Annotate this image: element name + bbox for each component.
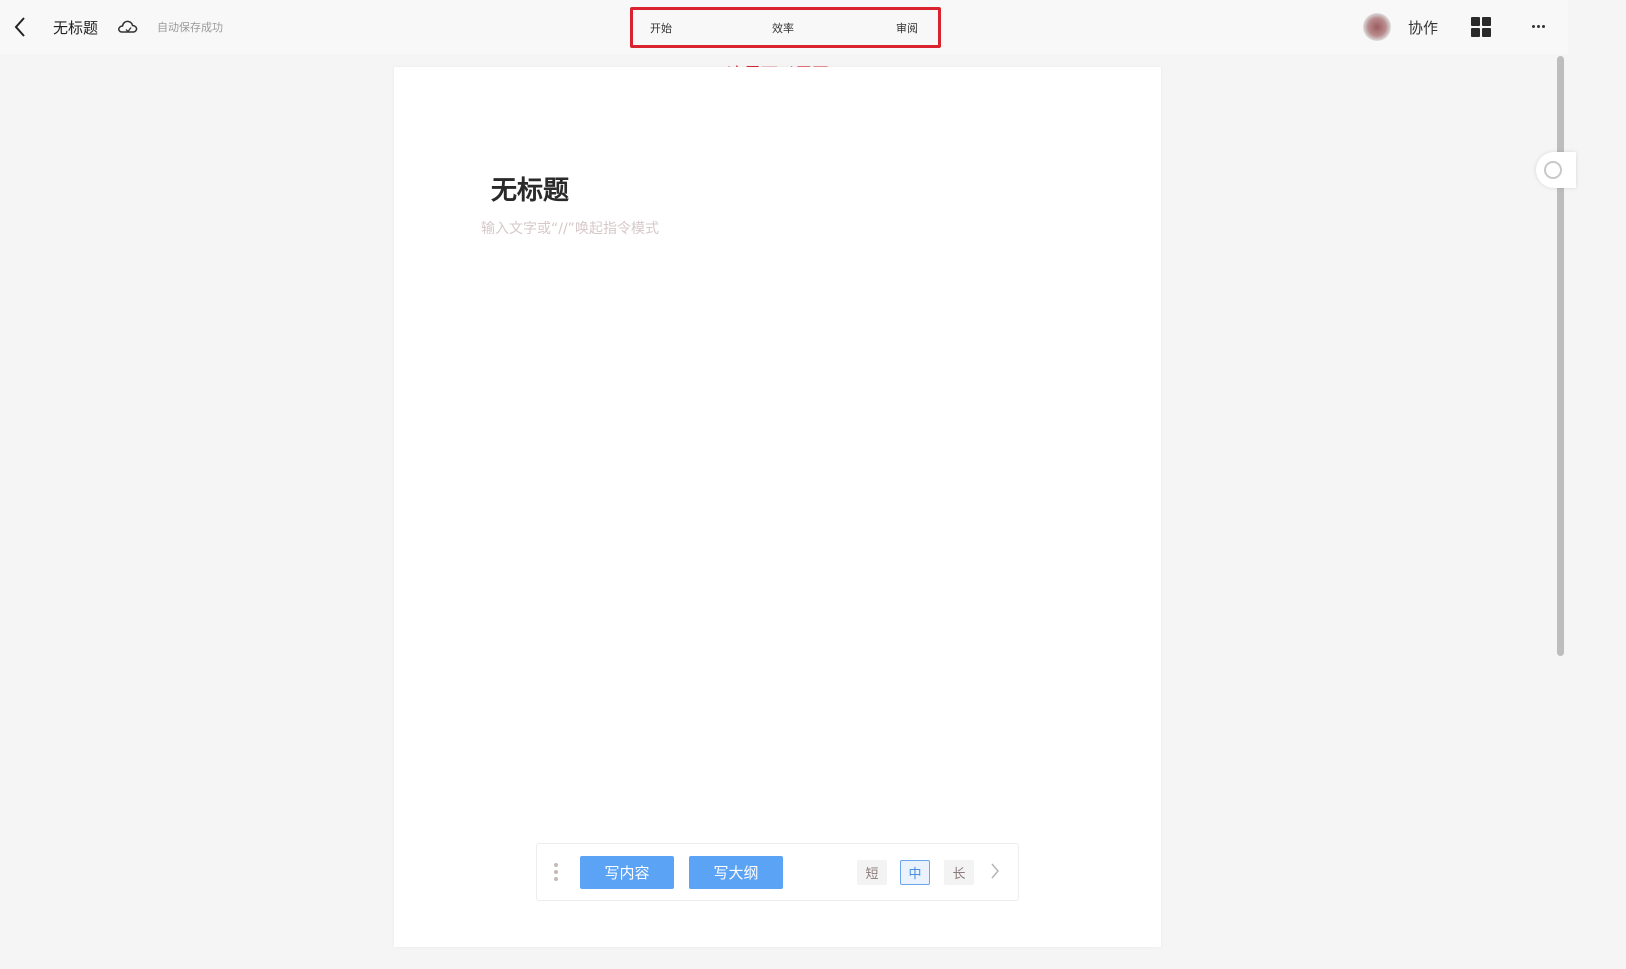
- circle-icon: [1544, 161, 1562, 179]
- avatar[interactable]: [1363, 13, 1391, 41]
- back-button[interactable]: [8, 14, 32, 40]
- cloud-save-button[interactable]: [116, 15, 140, 39]
- write-outline-button[interactable]: 写大纲: [689, 856, 783, 889]
- tab-efficiency[interactable]: 效率: [772, 20, 794, 36]
- apps-button[interactable]: [1471, 17, 1491, 37]
- next-button[interactable]: [989, 861, 1005, 883]
- length-medium-button[interactable]: 中: [900, 860, 930, 885]
- write-content-button[interactable]: 写内容: [580, 856, 674, 889]
- cloud-icon: [118, 20, 138, 33]
- length-short-button[interactable]: 短: [857, 860, 887, 885]
- document-page[interactable]: 无标题 输入文字或“//”唤起指令模式: [394, 67, 1161, 947]
- ai-writing-bar: 写内容 写大纲 短 中 长: [536, 843, 1019, 901]
- page-title[interactable]: 无标题: [491, 170, 569, 207]
- drag-handle-icon[interactable]: [553, 863, 559, 883]
- tab-start[interactable]: 开始: [650, 20, 672, 36]
- autosave-status: 自动保存成功: [157, 21, 223, 34]
- more-button[interactable]: [1529, 17, 1549, 37]
- chevron-right-icon: [991, 863, 999, 879]
- side-panel-toggle[interactable]: [1536, 152, 1576, 188]
- chevron-left-icon: [14, 17, 25, 37]
- vertical-scrollbar[interactable]: [1557, 56, 1564, 656]
- collaborate-button[interactable]: 协作: [1408, 17, 1438, 38]
- length-long-button[interactable]: 长: [944, 860, 974, 885]
- ribbon-tab-group: 开始 效率 审阅: [630, 7, 941, 48]
- top-toolbar: 无标题 自动保存成功 开始 效率 审阅 协作: [0, 0, 1568, 54]
- body-placeholder[interactable]: 输入文字或“//”唤起指令模式: [481, 218, 659, 238]
- tab-review[interactable]: 审阅: [896, 20, 918, 36]
- document-title-header[interactable]: 无标题: [53, 17, 98, 38]
